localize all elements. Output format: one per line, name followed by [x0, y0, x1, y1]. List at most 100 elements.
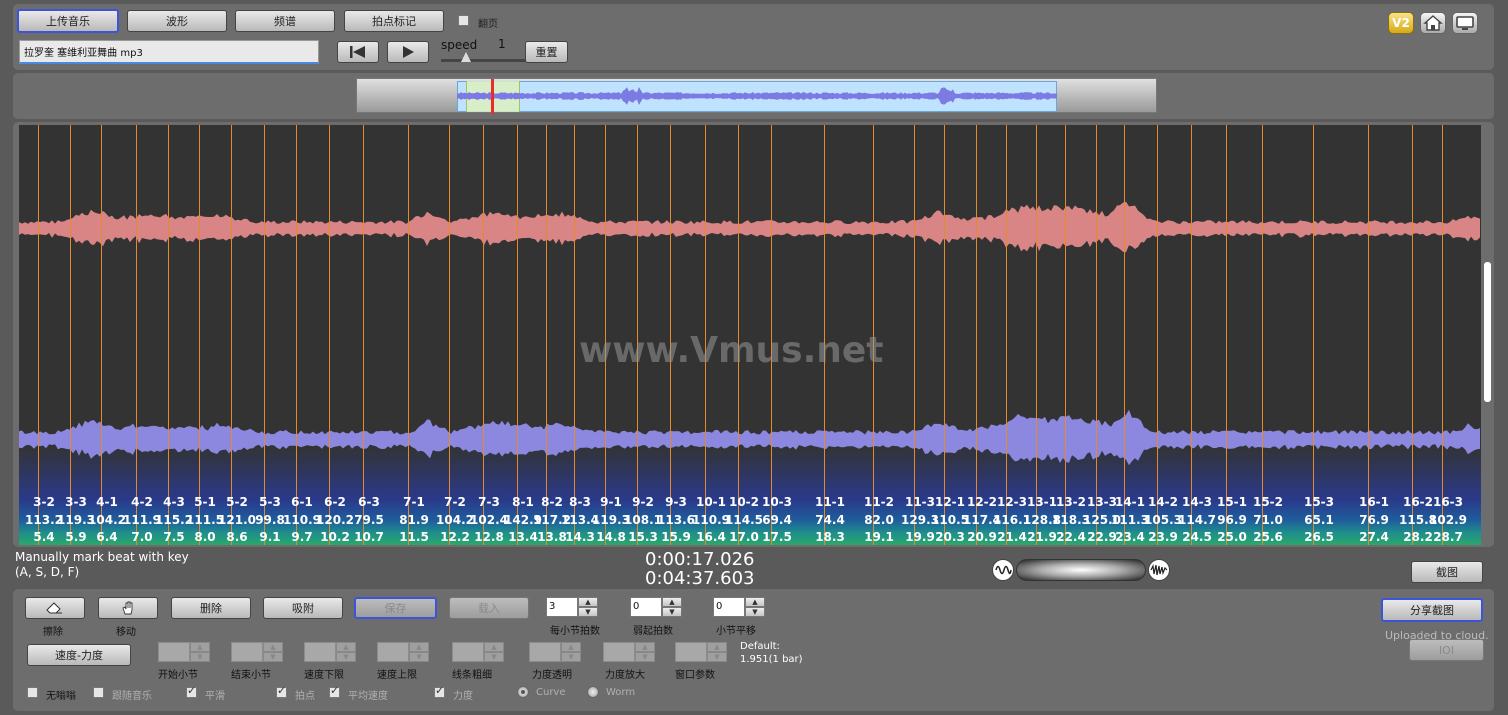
beat-line[interactable] [1124, 125, 1125, 545]
beat-line[interactable] [101, 125, 102, 545]
spectrum-button[interactable]: 频谱 [235, 10, 335, 32]
bar-shift-down[interactable]: ▼ [745, 607, 765, 617]
beat-line[interactable] [1442, 125, 1443, 545]
tempo-max-down[interactable]: ▼ [409, 652, 429, 662]
dyn-transparency-up[interactable]: ▲ [561, 642, 581, 652]
beat-line[interactable] [1006, 125, 1007, 545]
overview-playhead[interactable] [491, 79, 494, 114]
beat-line[interactable] [38, 125, 39, 545]
dyn-transparency-down[interactable]: ▼ [561, 652, 581, 662]
share-screenshot-button[interactable]: 分享截图 [1381, 598, 1483, 622]
beat-line[interactable] [1262, 125, 1263, 545]
waveform-button[interactable]: 波形 [127, 10, 227, 32]
screenshot-button[interactable]: 截图 [1411, 561, 1483, 583]
beat-line[interactable] [1368, 125, 1369, 545]
dyn-transparency-stepper[interactable]: ▲ ▼ [529, 642, 581, 662]
beat-line[interactable] [199, 125, 200, 545]
tempo-min-down[interactable]: ▼ [336, 652, 356, 662]
play-button[interactable] [387, 41, 429, 63]
beat-line[interactable] [408, 125, 409, 545]
beats-per-bar-down[interactable]: ▼ [578, 607, 598, 617]
start-bar-down[interactable]: ▼ [190, 652, 210, 662]
window-param-stepper[interactable]: ▲ ▼ [675, 642, 727, 662]
upload-music-button[interactable]: 上传音乐 [17, 9, 119, 33]
beat-line[interactable] [914, 125, 915, 545]
save-button[interactable]: 保存 [354, 597, 437, 619]
no-drone-checkbox[interactable] [27, 687, 38, 698]
start-bar-stepper[interactable]: ▲ ▼ [158, 642, 210, 662]
overview-track[interactable] [356, 78, 1157, 114]
tempo-min-stepper[interactable]: ▲ ▼ [304, 642, 356, 662]
beat-line[interactable] [546, 125, 547, 545]
beat-line[interactable] [1191, 125, 1192, 545]
pickup-beats-value[interactable]: 0 [630, 597, 662, 617]
tempo-max-stepper[interactable]: ▲ ▼ [377, 642, 429, 662]
bar-shift-up[interactable]: ▲ [745, 597, 765, 607]
speed-slider-thumb[interactable] [461, 52, 471, 62]
beat-line[interactable] [976, 125, 977, 545]
beat-line[interactable] [483, 125, 484, 545]
dynamics-checkbox[interactable] [434, 684, 445, 698]
dyn-scale-up[interactable]: ▲ [635, 642, 655, 652]
load-button[interactable]: 载入 [449, 597, 529, 619]
beat-line[interactable] [1226, 125, 1227, 545]
beat-mark-button[interactable]: 拍点标记 [344, 10, 444, 32]
line-width-down[interactable]: ▼ [484, 652, 504, 662]
curve-radio[interactable] [517, 686, 529, 698]
beat-line[interactable] [70, 125, 71, 545]
delete-button[interactable]: 删除 [171, 597, 251, 619]
tempo-max-up[interactable]: ▲ [409, 642, 429, 652]
move-button[interactable] [98, 597, 158, 619]
bar-shift-stepper[interactable]: 0 ▲ ▼ [713, 597, 765, 617]
start-bar-up[interactable]: ▲ [190, 642, 210, 652]
dyn-scale-stepper[interactable]: ▲ ▼ [603, 642, 655, 662]
beats-per-bar-up[interactable]: ▲ [578, 597, 598, 607]
reset-button[interactable]: 重置 [525, 41, 568, 63]
beat-line[interactable] [363, 125, 364, 545]
dyn-scale-down[interactable]: ▼ [635, 652, 655, 662]
beats-per-bar-stepper[interactable]: 3 ▲ ▼ [546, 597, 598, 617]
beat-line[interactable] [1412, 125, 1413, 545]
ioi-button[interactable]: IOI [1409, 639, 1484, 661]
pickup-beats-up[interactable]: ▲ [662, 597, 682, 607]
tempo-dynamics-button[interactable]: 速度-力度 [27, 644, 131, 666]
end-bar-stepper[interactable]: ▲ ▼ [231, 642, 283, 662]
beats-per-bar-value[interactable]: 3 [546, 597, 578, 617]
zoom-in-button[interactable] [1148, 559, 1170, 581]
follow-music-checkbox[interactable] [93, 687, 104, 698]
beat-line[interactable] [944, 125, 945, 545]
beat-line[interactable] [1157, 125, 1158, 545]
waveform-viewer[interactable]: www.Vmus.net 3-2 113.2 5.4 3-3 119.3 5.9 4-1 10… [19, 125, 1481, 545]
line-width-up[interactable]: ▲ [484, 642, 504, 652]
flip-page-checkbox[interactable] [458, 15, 469, 26]
beat-line[interactable] [168, 125, 169, 545]
line-width-stepper[interactable]: ▲ ▼ [452, 642, 504, 662]
beat-line[interactable] [574, 125, 575, 545]
window-param-up[interactable]: ▲ [707, 642, 727, 652]
erase-button[interactable] [25, 597, 85, 619]
beat-line[interactable] [449, 125, 450, 545]
zoom-slider[interactable] [1016, 559, 1146, 581]
beat-line[interactable] [1036, 125, 1037, 545]
beat-line[interactable] [1065, 125, 1066, 545]
end-bar-down[interactable]: ▼ [263, 652, 283, 662]
beat-line[interactable] [1313, 125, 1314, 545]
beat-line[interactable] [136, 125, 137, 545]
beat-line[interactable] [329, 125, 330, 545]
pickup-beats-down[interactable]: ▼ [662, 607, 682, 617]
worm-radio[interactable] [587, 686, 599, 698]
smooth-checkbox[interactable] [186, 684, 197, 698]
bar-shift-value[interactable]: 0 [713, 597, 745, 617]
snap-button[interactable]: 吸附 [263, 597, 343, 619]
beat-line[interactable] [231, 125, 232, 545]
fullscreen-button[interactable] [1452, 12, 1478, 34]
beat-line[interactable] [296, 125, 297, 545]
vertical-scrollbar[interactable] [1484, 262, 1491, 402]
avg-tempo-checkbox[interactable] [329, 684, 340, 698]
beat-line[interactable] [1096, 125, 1097, 545]
v2-badge[interactable]: V2 [1388, 12, 1414, 34]
zoom-out-button[interactable] [992, 559, 1014, 581]
speed-slider[interactable] [441, 52, 531, 62]
zoom-control[interactable] [992, 557, 1170, 583]
beat-line[interactable] [517, 125, 518, 545]
